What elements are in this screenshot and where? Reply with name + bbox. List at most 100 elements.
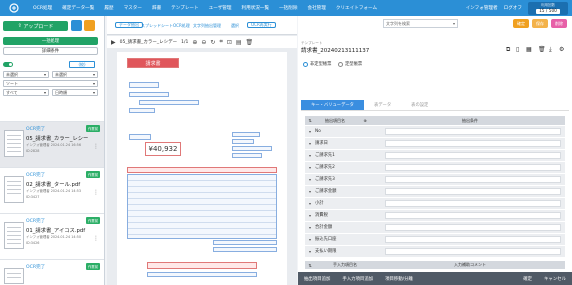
ocr-box[interactable]	[232, 146, 272, 151]
ocr-box[interactable]	[129, 108, 155, 113]
tab-table-settings[interactable]: 表の設定	[401, 100, 438, 110]
field-condition-input[interactable]	[385, 223, 561, 231]
sort-icon[interactable]: ⇅	[305, 118, 315, 123]
copy-icon[interactable]: ⧉	[506, 46, 510, 54]
ocr-box[interactable]	[147, 262, 257, 269]
tab-text-extract[interactable]: 文字列抽出管理	[193, 23, 221, 29]
nav-master[interactable]: マスター	[119, 5, 147, 11]
nav-dictionary[interactable]: 辞書	[147, 5, 166, 11]
move-split-button[interactable]: 項目移動/分離	[379, 276, 419, 282]
field-row[interactable]: ▾ 振込先口座	[305, 234, 565, 246]
nav-create-form[interactable]: クリエイトフォーム	[331, 5, 382, 11]
field-row[interactable]: ▾ 消費税	[305, 210, 565, 222]
zoom-in-icon[interactable]: ⊕	[192, 39, 197, 46]
field-row[interactable]: ▾ 請求日	[305, 138, 565, 150]
amount-box[interactable]: ¥40,932	[145, 142, 181, 156]
trash-icon[interactable]: 🗑	[246, 39, 254, 46]
trash-icon[interactable]: 🗑	[538, 46, 546, 53]
save-button[interactable]: 保存	[532, 19, 548, 28]
ocr-box[interactable]	[232, 132, 260, 137]
tab-select[interactable]: 選択	[231, 23, 239, 29]
logout-link[interactable]: ログオフ	[504, 5, 522, 11]
category-select[interactable]: 未選択 ▾	[52, 71, 98, 78]
ocr-box[interactable]	[147, 272, 257, 277]
cancel-button[interactable]: キャンセル	[538, 276, 572, 282]
field-row[interactable]: ▾ 小計	[305, 198, 565, 210]
field-condition-input[interactable]	[385, 187, 561, 195]
field-row[interactable]: ▾ ご請求先3	[305, 174, 565, 186]
ocr-box[interactable]	[232, 153, 262, 158]
ocr-box[interactable]	[213, 240, 277, 245]
field-condition-input[interactable]	[385, 199, 561, 207]
radio-nonstandard[interactable]: 非定型帳票	[303, 61, 331, 67]
field-row[interactable]: ▾ 合計金額	[305, 222, 565, 234]
document-icon[interactable]: ▯	[516, 46, 519, 53]
tab-ocr[interactable]: OCR処理	[173, 23, 190, 29]
document-item[interactable]: OCR完了 作業前 01_請求書_アイコス.pdf インフォ管理者 2024.0…	[0, 213, 104, 259]
ocr-box[interactable]	[213, 247, 277, 252]
nav-user-management[interactable]: ユーザ管理	[204, 5, 237, 11]
grid-icon[interactable]: ▦	[526, 46, 532, 53]
ocr-box[interactable]	[139, 100, 199, 105]
more-icon[interactable]: ⋮	[93, 235, 99, 242]
tab-key-value[interactable]: キー・バリューデータ	[301, 100, 364, 110]
download-icon[interactable]: ⤓	[549, 46, 552, 54]
settings-icon[interactable]: ⚙	[559, 46, 564, 53]
status-select[interactable]: 未選択 ▾	[3, 71, 49, 78]
field-condition-input[interactable]	[385, 139, 561, 147]
nav-company[interactable]: 会社管理	[302, 5, 330, 11]
more-icon[interactable]: ⋮	[93, 143, 99, 150]
zoom-out-icon[interactable]: ⊖	[201, 39, 206, 46]
fit-icon[interactable]: ⊡	[227, 39, 232, 46]
bulk-process-button[interactable]: 一括処理	[3, 37, 98, 45]
ocr-box[interactable]	[129, 92, 169, 97]
play-icon[interactable]: ▶	[111, 39, 116, 46]
document-item[interactable]: OCR完了 作業前 02_請求書_タール.pdf インフォ管理者 2024.01…	[0, 167, 104, 213]
ocr-box[interactable]	[129, 134, 151, 140]
tab-spreadsheet[interactable]: スプレッドシート	[141, 23, 173, 29]
layers-icon[interactable]: ▤	[236, 39, 242, 46]
field-condition-input[interactable]	[385, 247, 561, 255]
field-condition-input[interactable]	[385, 127, 561, 135]
filter-button[interactable]: (絞)	[69, 61, 95, 68]
field-condition-input[interactable]	[385, 175, 561, 183]
search-input[interactable]: 文字列を検索 ▾	[383, 19, 458, 28]
sort-select[interactable]: ソート ▾	[3, 80, 98, 87]
field-row[interactable]: ▾ No	[305, 126, 565, 138]
add-extract-field-button[interactable]: 抽出項目追加	[298, 276, 336, 282]
field-condition-input[interactable]	[385, 211, 561, 219]
delete-button[interactable]: 削除	[551, 19, 567, 28]
calendar-icon[interactable]	[71, 20, 82, 31]
field-condition-input[interactable]	[385, 235, 561, 243]
radio-standard[interactable]: 定型帳票	[338, 61, 362, 67]
confirm-button[interactable]: 確定	[513, 19, 529, 28]
type-select[interactable]: すべて ▾	[3, 89, 49, 96]
nav-ocr[interactable]: OCR処理	[28, 5, 57, 11]
add-icon[interactable]: ⊕	[355, 118, 375, 123]
filter-toggle[interactable]	[3, 62, 13, 67]
nav-usage[interactable]: 利用状況一覧	[237, 5, 275, 11]
nav-confirmed-data[interactable]: 確定データ一覧	[57, 5, 99, 11]
document-item[interactable]: OCR完了 作業前 05_請求書_カラー_レシー インフォ管理者 2024.01…	[0, 121, 104, 167]
document-item[interactable]: OCR完了 作業前	[0, 259, 104, 285]
confirm-bottom-button[interactable]: 確定	[517, 276, 538, 282]
field-row[interactable]: ▾ 支払い期限	[305, 246, 565, 258]
nav-bulk-delete[interactable]: 一括削除	[274, 5, 302, 11]
add-manual-field-button[interactable]: 手入力項目追加	[336, 276, 379, 282]
rotate-icon[interactable]: ↻	[210, 39, 215, 46]
sort-icon[interactable]: ⇅	[305, 263, 315, 268]
field-condition-input[interactable]	[385, 151, 561, 159]
order-select[interactable]: 日時順 ▾	[52, 89, 98, 96]
crop-icon[interactable]: ⌗	[219, 38, 222, 46]
app-logo[interactable]	[0, 0, 28, 16]
table-body-box[interactable]	[127, 174, 277, 239]
upload-button[interactable]: ⇪ アップロード	[3, 21, 68, 31]
ocr-box[interactable]	[232, 139, 254, 144]
tab-table-data[interactable]: 表データ	[364, 100, 401, 110]
table-header-box[interactable]	[127, 167, 277, 173]
tab-data-extract[interactable]: データ抽出	[115, 22, 143, 28]
ocr-box[interactable]	[129, 82, 159, 88]
field-row[interactable]: ▾ ご請求先1	[305, 150, 565, 162]
invoice-title-box[interactable]: 請求書	[127, 58, 179, 68]
field-row[interactable]: ▾ ご請求金額	[305, 186, 565, 198]
